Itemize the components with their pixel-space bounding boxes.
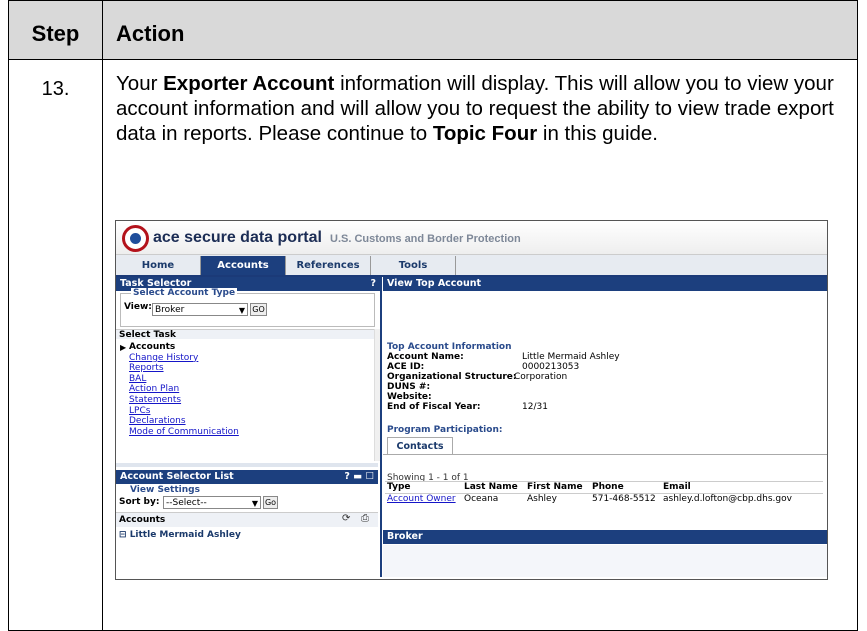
contact-first-name: Ashley <box>527 494 557 504</box>
contact-type-link[interactable]: Account Owner <box>387 494 456 505</box>
field-label: Account Name: <box>387 352 464 362</box>
task-accounts[interactable]: Accounts <box>129 342 239 353</box>
selected-arrow-icon: ▶ <box>120 343 127 352</box>
portal-nav: Home Accounts References Tools <box>116 255 827 277</box>
tab-accounts[interactable]: Accounts <box>201 256 286 275</box>
portal-logo-text: ace secure data portal <box>153 229 322 246</box>
instruction-text: Your Exporter Account information will d… <box>116 72 834 145</box>
view-settings-label: View Settings <box>130 485 200 495</box>
left-pane: Task Selector? Select Account Type View:… <box>116 277 382 577</box>
broker-bar: Broker <box>383 530 827 544</box>
field-label: End of Fiscal Year: <box>387 402 481 412</box>
portal-logo-subtitle: U.S. Customs and Border Protection <box>330 233 521 245</box>
view-go-button[interactable]: GO <box>250 303 267 316</box>
col-last-name[interactable]: Last Name <box>464 482 518 492</box>
exporter-account-bold: Exporter Account <box>163 72 335 95</box>
contact-phone: 571-468-5512 <box>592 494 656 504</box>
view-top-account-title: View Top Account <box>383 277 827 291</box>
portal-banner: ace secure data portal U.S. Customs and … <box>116 221 827 255</box>
instruction-table: Step Action 13. Your Exporter Account in… <box>8 0 858 631</box>
tab-underline <box>383 454 827 455</box>
account-type-fieldset: Select Account Type View: Broker ▼ GO <box>120 288 375 327</box>
step-number: 13. <box>8 59 103 631</box>
tab-contacts[interactable]: Contacts <box>387 437 453 455</box>
tab-references[interactable]: References <box>286 256 371 275</box>
tab-tools[interactable]: Tools <box>371 256 456 275</box>
task-mode-of-communication[interactable]: Mode of Communication <box>129 427 239 438</box>
task-declarations[interactable]: Declarations <box>129 416 239 427</box>
contact-last-name: Oceana <box>464 494 499 504</box>
account-type-legend: Select Account Type <box>131 288 238 298</box>
view-select[interactable]: Broker ▼ <box>152 303 248 316</box>
col-phone[interactable]: Phone <box>592 482 624 492</box>
field-value: Little Mermaid Ashley <box>522 352 620 362</box>
chevron-down-icon: ▼ <box>251 499 258 508</box>
account-tree-item[interactable]: ⊟ Little Mermaid Ashley <box>119 530 241 540</box>
field-value: Corporation <box>514 372 568 382</box>
help-icon[interactable]: ? <box>370 277 376 291</box>
action-header: Action <box>102 0 858 60</box>
portal-screenshot: ace secure data portal U.S. Customs and … <box>115 220 828 580</box>
task-reports[interactable]: Reports <box>129 363 239 374</box>
field-label: DUNS #: <box>387 382 431 392</box>
task-statements[interactable]: Statements <box>129 395 239 406</box>
program-participation-label: Program Participation: <box>387 425 503 435</box>
sort-by-label: Sort by: <box>119 497 160 507</box>
col-type[interactable]: Type <box>387 482 410 492</box>
ace-logo-icon <box>122 225 149 252</box>
task-action-plan[interactable]: Action Plan <box>129 384 239 395</box>
action-cell: Your Exporter Account information will d… <box>102 59 858 631</box>
right-pane: View Top Account Top Account Information… <box>383 277 827 577</box>
task-scrollbar[interactable] <box>374 329 380 461</box>
field-label: Organizational Structure: <box>387 372 517 382</box>
topic-four-bold: Topic Four <box>432 122 538 145</box>
step-header: Step <box>8 0 103 60</box>
field-label: Website: <box>387 392 432 402</box>
sort-go-button[interactable]: Go <box>263 496 278 509</box>
task-change-history[interactable]: Change History <box>129 353 239 364</box>
field-value: 12/31 <box>522 402 548 412</box>
account-selector-title: Account Selector List? ▬ ☐ <box>116 470 378 484</box>
pane-divider <box>116 463 378 467</box>
print-icon[interactable]: ⎙ <box>361 513 369 524</box>
col-first-name[interactable]: First Name <box>527 482 583 492</box>
view-label: View: <box>124 302 152 312</box>
task-lpcs[interactable]: LPCs <box>129 406 239 417</box>
contact-email: ashley.d.lofton@cbp.dhs.gov <box>663 494 792 504</box>
tab-home[interactable]: Home <box>116 256 201 275</box>
task-bal[interactable]: BAL <box>129 374 239 385</box>
field-label: ACE ID: <box>387 362 425 372</box>
top-account-info-heading: Top Account Information <box>387 342 512 352</box>
collapse-icon: ⊟ <box>119 530 127 540</box>
sort-by-select[interactable]: --Select-- ▼ <box>163 496 261 509</box>
col-email[interactable]: Email <box>663 482 691 492</box>
task-list: Accounts Change History Reports BAL Acti… <box>129 342 239 437</box>
select-task-header: Select Task <box>116 329 378 340</box>
field-value: 0000213053 <box>522 362 580 372</box>
chevron-down-icon: ▼ <box>238 306 245 315</box>
panel-controls-icon[interactable]: ? ▬ ☐ <box>344 470 374 484</box>
refresh-icon[interactable]: ⟳ <box>342 513 350 524</box>
accounts-header: Accounts ⟳ ⎙ <box>116 512 378 527</box>
